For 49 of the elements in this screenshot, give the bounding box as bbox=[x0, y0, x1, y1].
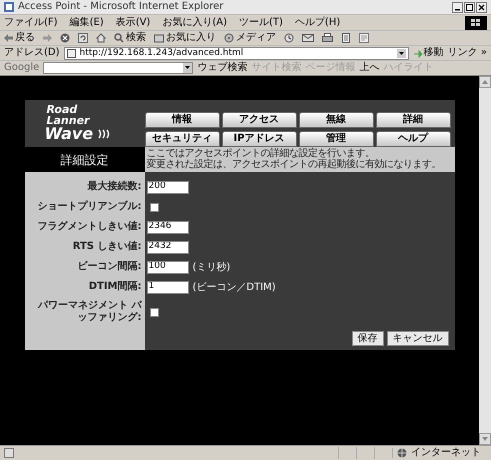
menu-item[interactable]: ヘルプ(H) bbox=[294, 18, 340, 28]
google-logo[interactable]: Google bbox=[4, 63, 40, 73]
text-field[interactable]: 100 bbox=[146, 260, 188, 274]
nav-tab[interactable]: 無線 bbox=[298, 112, 374, 128]
nav-tab[interactable]: 管理 bbox=[298, 130, 374, 146]
up-button[interactable]: 上へ bbox=[359, 63, 380, 73]
field-label: 最大接続数: bbox=[86, 181, 142, 193]
field-label: フラグメントしきい値: bbox=[36, 221, 142, 233]
favorites-button[interactable]: お気に入り bbox=[154, 33, 216, 43]
media-button[interactable]: メディア bbox=[224, 33, 276, 43]
menu-item[interactable]: 編集(E) bbox=[70, 18, 104, 28]
field-label: パワーマネジメント バッファリング: bbox=[36, 300, 142, 324]
address-label: アドレス(D) bbox=[4, 48, 60, 58]
logo-word: Road bbox=[46, 104, 78, 115]
address-text: http://192.168.1.243/advanced.html bbox=[80, 48, 244, 58]
nav-tab[interactable]: IPアドレス bbox=[222, 130, 296, 146]
logo-word: Wave bbox=[44, 126, 94, 142]
menu-item[interactable]: ファイル(F) bbox=[4, 18, 58, 28]
nav-tab[interactable]: アクセス bbox=[222, 112, 296, 128]
menu-item[interactable]: お気に入り(A) bbox=[162, 18, 227, 28]
zone-text: インターネット bbox=[411, 448, 481, 458]
text-field[interactable]: 200 bbox=[146, 180, 188, 194]
section-heading: 詳細設定 bbox=[24, 147, 144, 172]
menu-item[interactable]: ツール(T) bbox=[239, 18, 283, 28]
text-field[interactable]: 2432 bbox=[146, 240, 188, 254]
web-search-button[interactable]: ウェブ検索 bbox=[197, 63, 248, 73]
window-title: Access Point - Microsoft Internet Explorer bbox=[18, 2, 224, 12]
text-field[interactable]: 1 bbox=[146, 280, 188, 294]
nav-tab[interactable]: 詳細 bbox=[376, 112, 450, 128]
menu-item[interactable]: 表示(V) bbox=[116, 18, 150, 28]
field-label: DTIM間隔: bbox=[88, 281, 142, 293]
back-button[interactable]: 戻る bbox=[4, 33, 35, 43]
go-button[interactable]: 移動 bbox=[412, 48, 444, 58]
form-button[interactable]: キャンセル bbox=[386, 331, 448, 346]
unit-text: (ビーコン／DTIM) bbox=[192, 280, 276, 294]
field-label: RTS しきい値: bbox=[72, 241, 142, 253]
search-button[interactable]: 検索 bbox=[114, 33, 146, 43]
links-button[interactable]: リンク » bbox=[448, 48, 487, 58]
nav-tab[interactable]: 情報 bbox=[144, 112, 220, 128]
nav-tab[interactable]: ヘルプ bbox=[376, 130, 450, 146]
field-label: ショートプリアンブル: bbox=[36, 201, 142, 213]
form-button[interactable]: 保存 bbox=[352, 331, 384, 346]
address-field[interactable]: http://192.168.1.243/advanced.html bbox=[64, 46, 409, 60]
field-label: ビーコン間隔: bbox=[76, 261, 142, 273]
text-field[interactable]: 2346 bbox=[146, 220, 188, 234]
logo-word: Lanner bbox=[46, 115, 91, 126]
nav-tab[interactable]: セキュリティ bbox=[144, 130, 220, 146]
unit-text: (ミリ秒) bbox=[192, 260, 230, 274]
description-text: ここではアクセスポイントの詳細な設定を行います。 変更された設定は、アクセスポイントの再起動後に有効になります。 bbox=[144, 147, 454, 172]
